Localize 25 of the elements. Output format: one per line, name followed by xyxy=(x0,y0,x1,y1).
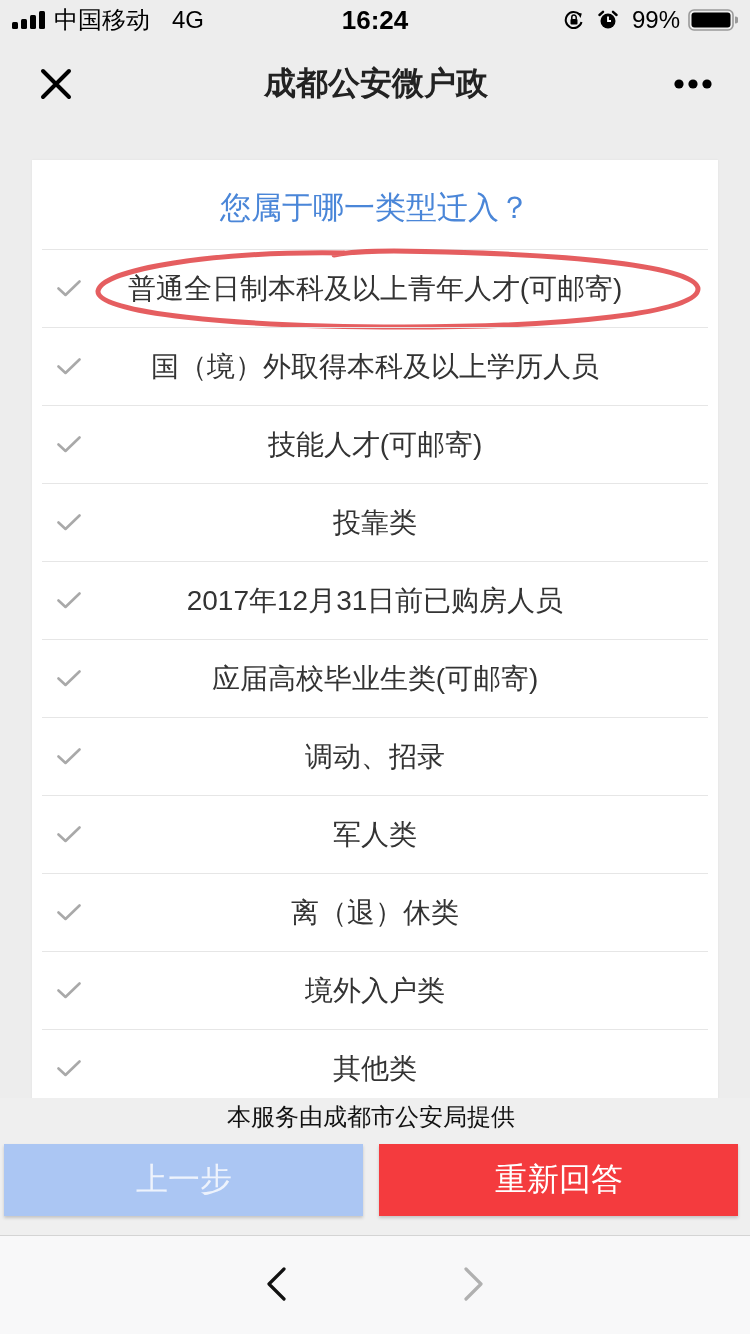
option-row[interactable]: 技能人才(可邮寄) xyxy=(42,405,708,483)
option-row[interactable]: 离（退）休类 xyxy=(42,873,708,951)
close-icon[interactable] xyxy=(40,68,72,100)
option-row[interactable]: 投靠类 xyxy=(42,483,708,561)
option-row[interactable]: 普通全日制本科及以上青年人才(可邮寄) xyxy=(42,249,708,327)
clock-time: 16:24 xyxy=(341,4,409,36)
provider-note: 本服务由成都市公安局提供 xyxy=(227,1102,515,1132)
alarm-clock-icon xyxy=(597,10,618,30)
option-row[interactable]: 境外入户类 xyxy=(42,951,708,1029)
carrier-name: 中国移动 xyxy=(54,5,150,35)
ellipsis-icon[interactable] xyxy=(674,79,712,89)
battery-percent: 99% xyxy=(631,6,680,34)
option-row[interactable]: 军人类 xyxy=(42,795,708,873)
option-row[interactable]: 调动、招录 xyxy=(42,717,708,795)
network-type: 4G xyxy=(172,6,204,34)
page-title: 成都公安微户政 xyxy=(264,64,488,103)
option-row[interactable]: 2017年12月31日前已购房人员 xyxy=(42,561,708,639)
restart-button[interactable]: 重新回答 xyxy=(379,1144,738,1216)
option-row[interactable]: 应届高校毕业生类(可邮寄) xyxy=(42,639,708,717)
signal-icon xyxy=(12,11,46,29)
option-row[interactable]: 国（境）外取得本科及以上学历人员 xyxy=(42,327,708,405)
battery-icon xyxy=(688,9,738,31)
chevron-left-icon[interactable] xyxy=(266,1267,286,1301)
rotation-lock-icon xyxy=(563,10,584,30)
question-title: 您属于哪一类型迁入？ xyxy=(220,189,530,227)
